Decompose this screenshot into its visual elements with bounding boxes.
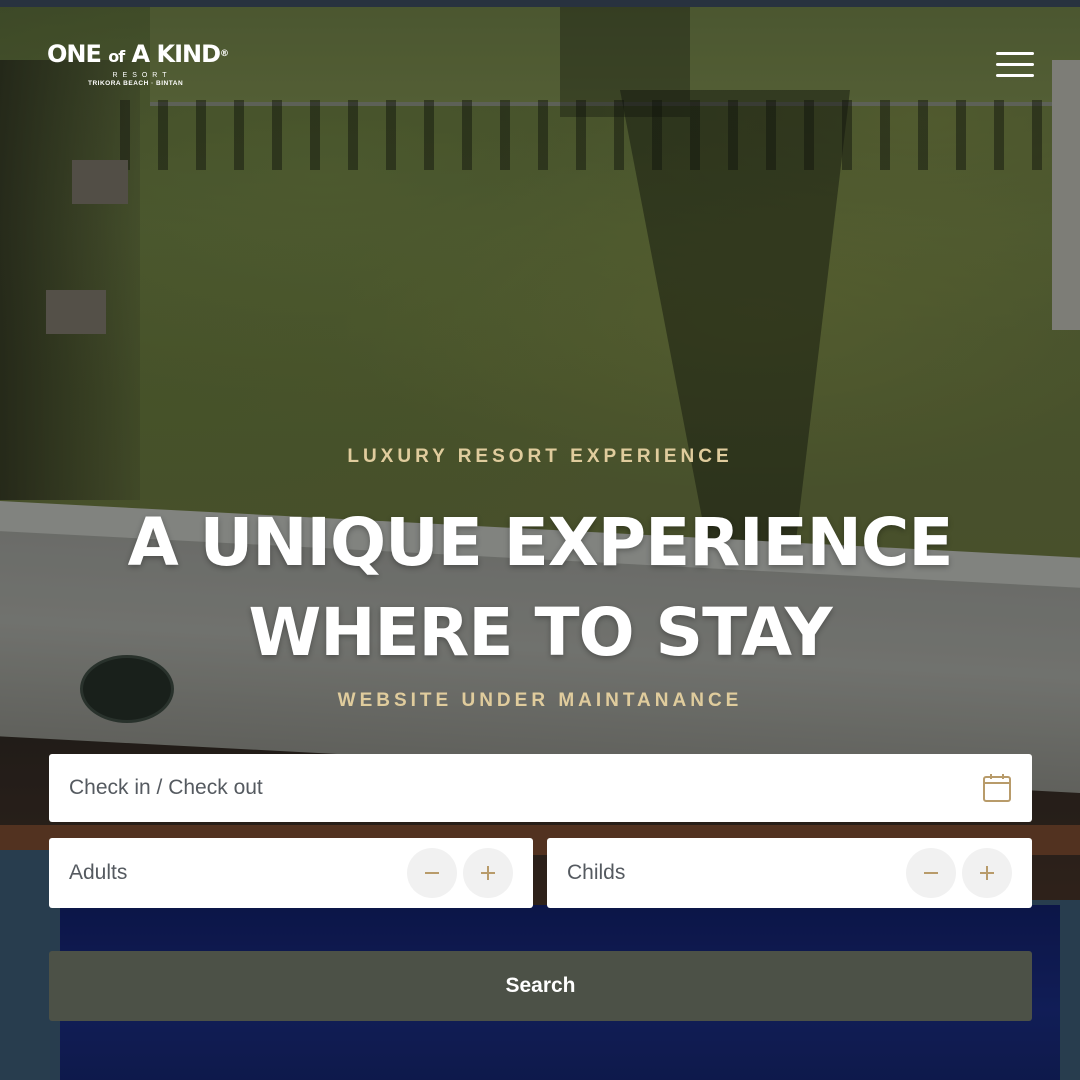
maintenance-notice: WEBSITE UNDER MAINTANANCE — [337, 690, 743, 711]
adults-field[interactable]: Adults — [49, 838, 533, 908]
hero-eyebrow: LUXURY RESORT EXPERIENCE — [347, 446, 733, 467]
logo-wordmark: ONE of A KIND® — [47, 40, 229, 68]
hero-headline-line2: WHERE TO STAY — [248, 594, 832, 671]
date-range-placeholder: Check in / Check out — [69, 776, 263, 799]
adults-label: Adults — [69, 861, 128, 884]
search-button[interactable]: Search — [49, 951, 1032, 1021]
hamburger-icon[interactable] — [996, 52, 1034, 82]
minus-icon — [924, 872, 938, 874]
plus-icon — [980, 866, 994, 880]
plus-icon — [481, 866, 495, 880]
logo-location-text: TRIKORA BEACH · BINTAN — [88, 80, 184, 87]
hero-headline-line1: A UNIQUE EXPERIENCE — [127, 504, 954, 581]
calendar-icon[interactable] — [982, 773, 1012, 803]
resort-logo[interactable]: ONE of A KIND® RESORT TRIKORA BEACH · BI… — [47, 40, 247, 87]
minus-icon — [425, 872, 439, 874]
childs-field[interactable]: Childs — [547, 838, 1032, 908]
childs-decrement-button[interactable] — [906, 848, 956, 898]
hero-headline: A UNIQUE EXPERIENCE WHERE TO STAY — [0, 498, 1080, 678]
date-range-field[interactable]: Check in / Check out — [49, 754, 1032, 822]
adults-increment-button[interactable] — [463, 848, 513, 898]
childs-label: Childs — [567, 861, 626, 884]
childs-increment-button[interactable] — [962, 848, 1012, 898]
adults-decrement-button[interactable] — [407, 848, 457, 898]
logo-resort-text: RESORT — [112, 72, 172, 79]
